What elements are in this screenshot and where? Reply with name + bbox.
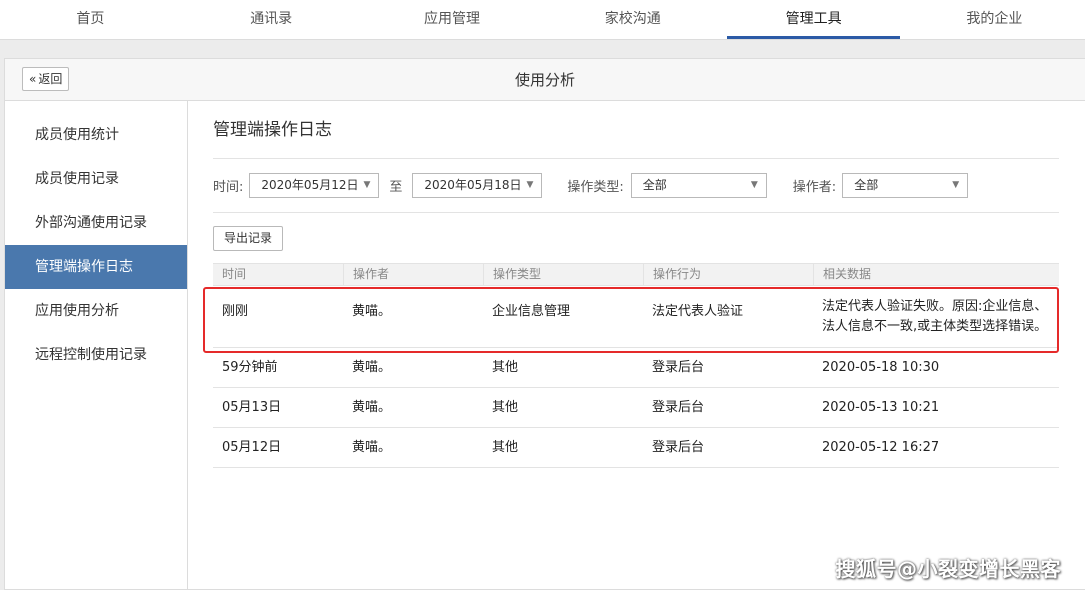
- cell-time: 刚刚: [222, 304, 249, 319]
- tab-app-management[interactable]: 应用管理: [362, 0, 543, 39]
- column-header-operator[interactable]: 操作者: [343, 264, 483, 285]
- table-row[interactable]: 05月12日 黄喵。 其他 登录后台 2020-05-12 16:27: [213, 428, 1059, 468]
- cell-operation-action: 法定代表人验证: [652, 304, 744, 319]
- panel-header: « 返回 使用分析: [5, 59, 1085, 101]
- sidebar-item-member-usage-records[interactable]: 成员使用记录: [5, 157, 187, 201]
- cell-operator: 黄喵。: [352, 440, 392, 455]
- operation-type-select[interactable]: 全部 ▼: [630, 173, 767, 198]
- start-date-select[interactable]: 2020年05月12日 ▼: [249, 173, 380, 198]
- cell-time: 59分钟前: [222, 360, 278, 375]
- table-row[interactable]: 05月13日 黄喵。 其他 登录后台 2020-05-13 10:21: [213, 388, 1059, 428]
- export-row: 导出记录: [213, 213, 1059, 263]
- operator-label: 操作者:: [792, 180, 837, 195]
- usage-analysis-panel: « 返回 使用分析 成员使用统计 成员使用记录 外部沟通使用记录 管理端操作日志…: [4, 58, 1085, 590]
- cell-related-data: 2020-05-13 10:21: [822, 400, 940, 415]
- tab-my-enterprise[interactable]: 我的企业: [904, 0, 1085, 39]
- tab-contacts[interactable]: 通讯录: [181, 0, 362, 39]
- watermark: 搜狐号@小裂变增长黑客: [835, 557, 1061, 581]
- sidebar-item-admin-operation-log[interactable]: 管理端操作日志: [5, 245, 187, 289]
- operation-log-table: 时间 操作者 操作类型 操作行为 相关数据 刚刚 黄喵。 企业信息管理 法定代表…: [213, 263, 1059, 468]
- section-title: 管理端操作日志: [213, 119, 1059, 159]
- dropdown-arrow-icon: ▼: [526, 180, 534, 190]
- sidebar-item-member-usage-stats[interactable]: 成员使用统计: [5, 113, 187, 157]
- main-content: 管理端操作日志 时间: 2020年05月12日 ▼ 至 2020年05月18日 …: [213, 101, 1059, 468]
- column-header-time[interactable]: 时间: [213, 264, 343, 285]
- tab-school-communication[interactable]: 家校沟通: [542, 0, 723, 39]
- page-title: 使用分析: [514, 71, 575, 89]
- cell-operation-type: 其他: [492, 360, 519, 375]
- table-row[interactable]: 59分钟前 黄喵。 其他 登录后台 2020-05-18 10:30: [213, 348, 1059, 388]
- column-header-operation-type[interactable]: 操作类型: [483, 264, 643, 285]
- cell-time: 05月13日: [222, 400, 282, 415]
- operator-select[interactable]: 全部 ▼: [842, 173, 969, 198]
- cell-operator: 黄喵。: [352, 304, 392, 319]
- tab-management-tools[interactable]: 管理工具: [723, 0, 904, 39]
- cell-time: 05月12日: [222, 440, 282, 455]
- column-header-operation-action[interactable]: 操作行为: [643, 264, 813, 285]
- sidebar-item-remote-control-records[interactable]: 远程控制使用记录: [5, 333, 187, 377]
- top-nav: 首页 通讯录 应用管理 家校沟通 管理工具 我的企业: [0, 0, 1085, 40]
- operator-value: 全部: [854, 178, 879, 192]
- operation-type-value: 全部: [642, 178, 667, 192]
- to-label: 至: [389, 180, 403, 195]
- cell-related-data: 2020-05-12 16:27: [822, 440, 940, 455]
- cell-operation-type: 其他: [492, 400, 519, 415]
- related-data-line: 法定代表人验证失败。原因:企业信息、: [822, 299, 1048, 314]
- related-data-line: 法人信息不一致,或主体类型选择错误。: [822, 319, 1048, 334]
- table-row[interactable]: 刚刚 黄喵。 企业信息管理 法定代表人验证 法定代表人验证失败。原因:企业信息、…: [213, 286, 1059, 348]
- sidebar-item-app-usage-analysis[interactable]: 应用使用分析: [5, 289, 187, 333]
- cell-related-data: 法定代表人验证失败。原因:企业信息、 法人信息不一致,或主体类型选择错误。: [813, 297, 1059, 347]
- start-date-value: 2020年05月12日: [261, 178, 359, 192]
- cell-operator: 黄喵。: [352, 400, 392, 415]
- end-date-select[interactable]: 2020年05月18日 ▼: [412, 173, 543, 198]
- cell-related-data: 2020-05-18 10:30: [822, 360, 940, 375]
- cell-operation-type: 企业信息管理: [492, 304, 571, 319]
- cell-operation-action: 登录后台: [652, 440, 705, 455]
- sidebar: 成员使用统计 成员使用记录 外部沟通使用记录 管理端操作日志 应用使用分析 远程…: [5, 101, 188, 589]
- cell-operation-type: 其他: [492, 440, 519, 455]
- end-date-value: 2020年05月18日: [424, 178, 522, 192]
- sidebar-item-external-communication-records[interactable]: 外部沟通使用记录: [5, 201, 187, 245]
- dropdown-arrow-icon: ▼: [952, 180, 960, 190]
- column-header-related-data[interactable]: 相关数据: [813, 264, 1059, 285]
- export-records-button[interactable]: 导出记录: [213, 225, 284, 251]
- cell-operator: 黄喵。: [352, 360, 392, 375]
- cell-operation-action: 登录后台: [652, 360, 705, 375]
- filter-bar: 时间: 2020年05月12日 ▼ 至 2020年05月18日 ▼ 操作类型: …: [213, 159, 1059, 213]
- time-label: 时间:: [213, 180, 244, 195]
- dropdown-arrow-icon: ▼: [750, 180, 758, 190]
- dropdown-arrow-icon: ▼: [363, 180, 371, 190]
- cell-operation-action: 登录后台: [652, 400, 705, 415]
- table-header: 时间 操作者 操作类型 操作行为 相关数据: [213, 263, 1059, 286]
- operation-type-label: 操作类型:: [567, 180, 624, 195]
- tab-home[interactable]: 首页: [0, 0, 181, 39]
